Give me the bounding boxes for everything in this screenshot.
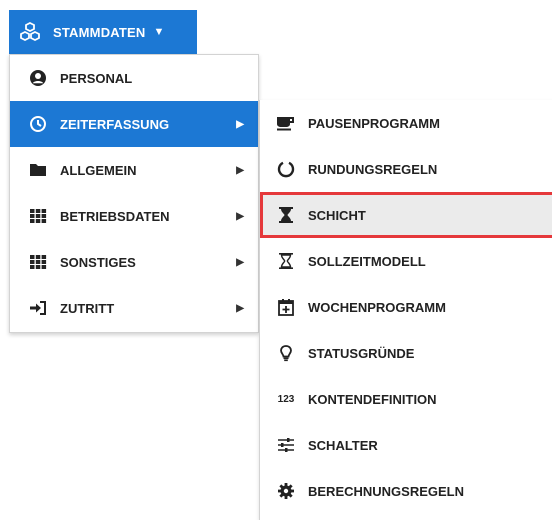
- grid-icon: [28, 206, 48, 226]
- zeiterfassung-submenu: PAUSENPROGRAMM RUNDUNGSREGELN SCHICHT SO…: [259, 100, 552, 520]
- circle-notch-icon: [276, 159, 296, 179]
- menu-item-zeiterfassung[interactable]: ZEITERFASSUNG ▶: [10, 101, 258, 147]
- submenu-item-kontendefinition[interactable]: 123 KONTENDEFINITION: [260, 376, 552, 422]
- sliders-icon: [276, 435, 296, 455]
- stammdaten-button[interactable]: STAMMDATEN ▼: [9, 10, 197, 54]
- caret-right-icon: ▶: [236, 210, 244, 222]
- submenu-item-berechnungsregeln[interactable]: BERECHNUNGSREGELN: [260, 468, 552, 514]
- menu-item-sonstiges[interactable]: SONSTIGES ▶: [10, 239, 258, 285]
- caret-right-icon: ▶: [236, 118, 244, 130]
- menu-item-personal[interactable]: PERSONAL: [10, 55, 258, 101]
- submenu-item-schicht[interactable]: SCHICHT: [260, 192, 552, 238]
- hourglass-outline-icon: [276, 251, 296, 271]
- submenu-item-sollzeitmodell[interactable]: SOLLZEITMODELL: [260, 238, 552, 284]
- cog-icon: [276, 481, 296, 501]
- submenu-item-statusgruende[interactable]: STATUSGRÜNDE: [260, 330, 552, 376]
- sign-in-icon: [28, 298, 48, 318]
- submenu-item-wochenprogramm[interactable]: WOCHENPROGRAMM: [260, 284, 552, 330]
- number-icon: 123: [277, 393, 295, 405]
- folder-icon: [28, 160, 48, 180]
- calendar-plus-icon: [276, 297, 296, 317]
- person-icon: [28, 68, 48, 88]
- hourglass-icon: [276, 205, 296, 225]
- grid-icon: [28, 252, 48, 272]
- stammdaten-menu: PERSONAL ZEITERFASSUNG ▶ ALLGEMEIN ▶ BET…: [9, 54, 259, 333]
- coffee-icon: [276, 113, 296, 133]
- caret-down-icon: ▼: [153, 26, 165, 38]
- caret-right-icon: ▶: [236, 302, 244, 314]
- clock-icon: [28, 114, 48, 134]
- cubes-icon: [19, 21, 45, 43]
- submenu-item-pausenprogramm[interactable]: PAUSENPROGRAMM: [260, 100, 552, 146]
- submenu-item-schalter[interactable]: SCHALTER: [260, 422, 552, 468]
- stammdaten-label: STAMMDATEN: [53, 24, 146, 40]
- menu-item-betriebsdaten[interactable]: BETRIEBSDATEN ▶: [10, 193, 258, 239]
- menu-item-zutritt[interactable]: ZUTRITT ▶: [10, 285, 258, 331]
- caret-right-icon: ▶: [236, 164, 244, 176]
- menu-item-allgemein[interactable]: ALLGEMEIN ▶: [10, 147, 258, 193]
- submenu-item-rundungsregeln[interactable]: RUNDUNGSREGELN: [260, 146, 552, 192]
- caret-right-icon: ▶: [236, 256, 244, 268]
- lightbulb-icon: [276, 343, 296, 363]
